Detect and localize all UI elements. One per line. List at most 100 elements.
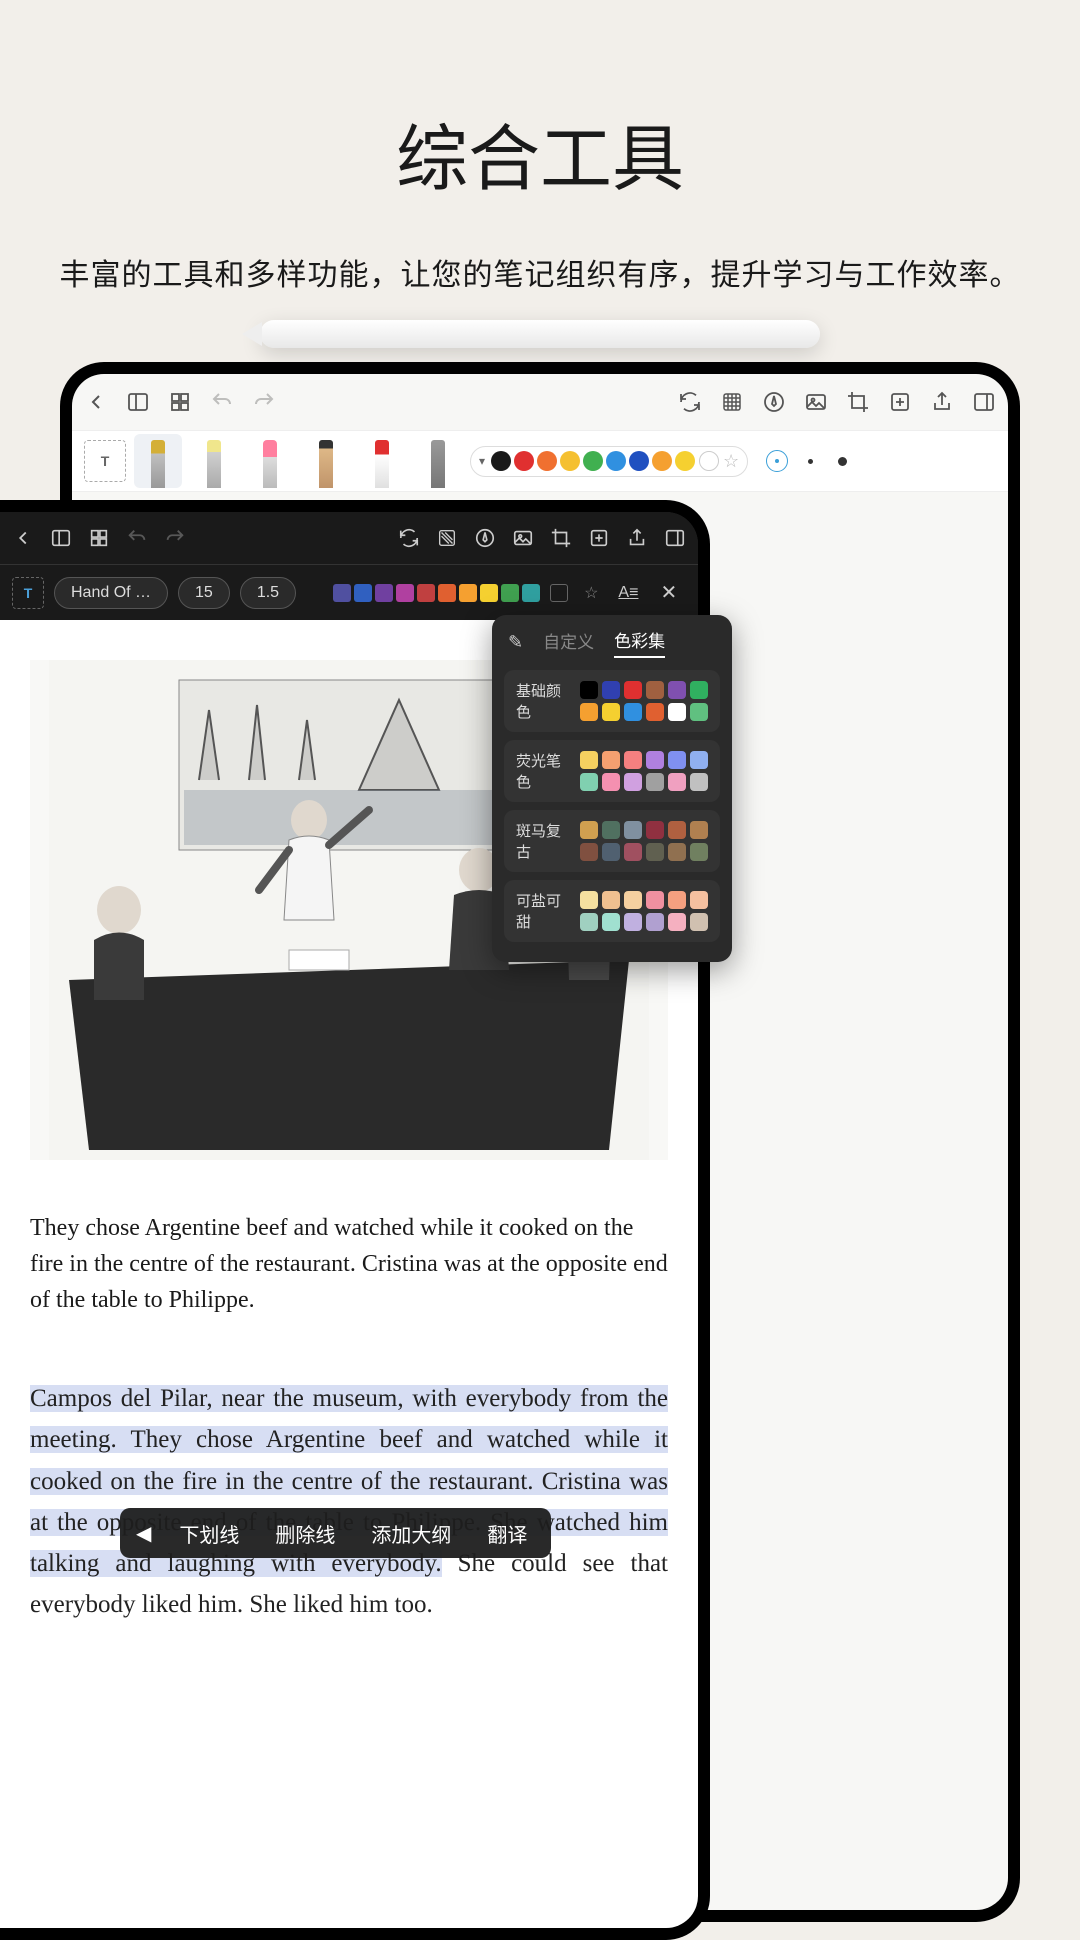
- stroke-small[interactable]: [766, 450, 788, 472]
- color-swatch[interactable]: [690, 891, 708, 909]
- color-swatch[interactable]: [580, 703, 598, 721]
- color-swatch[interactable]: [375, 584, 393, 602]
- sidebar-icon[interactable]: [126, 390, 150, 414]
- back-icon[interactable]: [12, 527, 34, 549]
- stroke-medium[interactable]: [800, 451, 820, 471]
- favorite-star-icon[interactable]: ☆: [584, 583, 598, 603]
- color-swatch[interactable]: [646, 891, 664, 909]
- color-swatch[interactable]: [580, 913, 598, 931]
- menu-translate[interactable]: 翻译: [469, 1519, 545, 1548]
- font-selector[interactable]: Hand Of …: [54, 577, 168, 609]
- color-swatch[interactable]: [668, 703, 686, 721]
- pen-nib-icon[interactable]: [762, 390, 786, 414]
- line-height-selector[interactable]: 1.5: [240, 577, 296, 609]
- color-swatch[interactable]: [602, 751, 620, 769]
- color-swatch[interactable]: [646, 681, 664, 699]
- menu-strikethrough[interactable]: 删除线: [257, 1519, 353, 1548]
- color-swatch[interactable]: [354, 584, 372, 602]
- favorite-star-icon[interactable]: ☆: [723, 451, 739, 472]
- color-swatch[interactable]: [459, 584, 477, 602]
- font-size-selector[interactable]: 15: [178, 577, 230, 609]
- color-swatch[interactable]: [417, 584, 435, 602]
- menu-add-outline[interactable]: 添加大纲: [353, 1519, 469, 1548]
- color-swatch[interactable]: [646, 751, 664, 769]
- color-swatch[interactable]: [333, 584, 351, 602]
- color-swatch[interactable]: [668, 913, 686, 931]
- undo-icon[interactable]: [210, 390, 234, 414]
- color-swatch[interactable]: [602, 891, 620, 909]
- eyedropper-icon[interactable]: ✎: [508, 632, 523, 653]
- color-swatch[interactable]: [580, 821, 598, 839]
- image-icon[interactable]: [804, 390, 828, 414]
- share-icon[interactable]: [930, 390, 954, 414]
- color-swatch[interactable]: [514, 451, 534, 471]
- color-swatch[interactable]: [690, 913, 708, 931]
- color-swatch[interactable]: [624, 773, 642, 791]
- color-swatch[interactable]: [624, 751, 642, 769]
- palette-tab-sets[interactable]: 色彩集: [614, 627, 665, 658]
- fountain-pen-tool[interactable]: [134, 434, 182, 488]
- color-swatch[interactable]: [602, 703, 620, 721]
- redo-icon[interactable]: [164, 527, 186, 549]
- color-swatch[interactable]: [580, 751, 598, 769]
- sync-icon[interactable]: [678, 390, 702, 414]
- color-swatch[interactable]: [629, 451, 649, 471]
- texture-icon[interactable]: [720, 390, 744, 414]
- chevron-down-icon[interactable]: ▾: [479, 454, 485, 468]
- pen-nib-icon[interactable]: [474, 527, 496, 549]
- text-tool-icon[interactable]: T: [12, 577, 44, 609]
- marker-tool[interactable]: [358, 434, 406, 488]
- share-icon[interactable]: [626, 527, 648, 549]
- color-swatch[interactable]: [580, 773, 598, 791]
- color-swatch[interactable]: [652, 451, 672, 471]
- add-icon[interactable]: [888, 390, 912, 414]
- undo-icon[interactable]: [126, 527, 148, 549]
- color-swatch[interactable]: [602, 821, 620, 839]
- color-swatch[interactable]: [522, 584, 540, 602]
- color-swatch[interactable]: [646, 703, 664, 721]
- color-swatch[interactable]: [560, 451, 580, 471]
- color-swatch[interactable]: [646, 821, 664, 839]
- color-swatch[interactable]: [537, 451, 557, 471]
- sync-icon[interactable]: [398, 527, 420, 549]
- stroke-large[interactable]: [832, 451, 852, 471]
- color-swatch[interactable]: [602, 681, 620, 699]
- close-icon[interactable]: ✕: [660, 580, 677, 605]
- color-swatch[interactable]: [668, 773, 686, 791]
- color-swatch[interactable]: [675, 451, 695, 471]
- crop-icon[interactable]: [550, 527, 572, 549]
- color-swatch[interactable]: [312, 584, 330, 602]
- sidebar-icon[interactable]: [50, 527, 72, 549]
- color-swatch[interactable]: [580, 843, 598, 861]
- color-swatch[interactable]: [690, 843, 708, 861]
- color-swatch[interactable]: [668, 751, 686, 769]
- color-swatch[interactable]: [690, 773, 708, 791]
- color-swatch[interactable]: [491, 451, 511, 471]
- body-text[interactable]: Campos del Pilar, near the museum, with …: [30, 1378, 668, 1626]
- empty-swatch[interactable]: [550, 584, 568, 602]
- crop-icon[interactable]: [846, 390, 870, 414]
- color-swatch[interactable]: [624, 681, 642, 699]
- color-swatch[interactable]: [668, 681, 686, 699]
- color-swatch[interactable]: [480, 584, 498, 602]
- color-swatch[interactable]: [602, 843, 620, 861]
- color-swatch[interactable]: [602, 773, 620, 791]
- color-swatch[interactable]: [668, 843, 686, 861]
- texture-icon[interactable]: [436, 527, 458, 549]
- color-swatch[interactable]: [580, 891, 598, 909]
- palette-tab-custom[interactable]: 自定义: [543, 628, 594, 657]
- color-swatch[interactable]: [583, 451, 603, 471]
- color-swatch[interactable]: [668, 891, 686, 909]
- color-swatch[interactable]: [606, 451, 626, 471]
- color-swatch[interactable]: [580, 681, 598, 699]
- color-swatch[interactable]: [646, 913, 664, 931]
- add-icon[interactable]: [588, 527, 610, 549]
- color-swatch[interactable]: [646, 773, 664, 791]
- ruler-tool[interactable]: [414, 434, 462, 488]
- pencil-tool[interactable]: [302, 434, 350, 488]
- color-swatch[interactable]: [690, 821, 708, 839]
- color-swatch[interactable]: [668, 821, 686, 839]
- color-swatch[interactable]: [438, 584, 456, 602]
- menu-underline[interactable]: 下划线: [161, 1519, 257, 1548]
- color-swatch[interactable]: [646, 843, 664, 861]
